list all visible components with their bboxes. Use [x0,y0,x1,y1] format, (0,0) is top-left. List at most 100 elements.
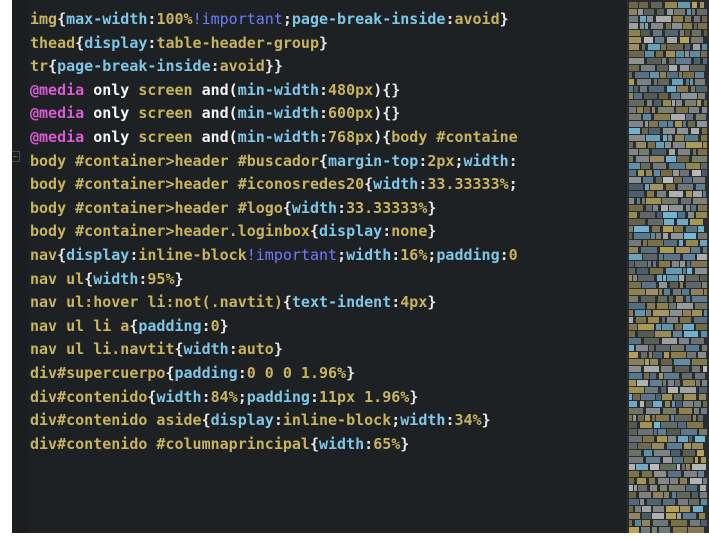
minimap-line [678,149,690,155]
minimap-line [665,2,677,8]
code-line[interactable]: div#contenido aside{display:inline-block… [30,409,625,433]
minimap-line [684,331,698,337]
minimap-line [654,114,670,120]
minimap-line [663,135,667,141]
minimap-line [656,142,664,148]
code-line[interactable]: body #container>header #logo{width:33.33… [30,197,625,221]
minimap-line [703,247,707,253]
minimap-line [647,58,661,64]
minimap-line [697,450,704,456]
code-token: div#supercuerpo [30,363,166,382]
code-token: 0 0 0 1.96% [246,363,347,382]
minimap-line [701,457,706,463]
code-token: : [319,80,329,99]
minimap-line [629,268,635,274]
code-token: ){ [373,127,392,146]
minimap-line [664,373,679,379]
code-token: } [273,340,283,359]
code-line[interactable]: img{max-width:100%!important;page-break-… [30,8,625,32]
minimap-line [694,58,700,64]
minimap-line [662,394,672,400]
minimap-line [694,23,697,29]
minimap-line [683,513,696,519]
code-line[interactable]: @media only screen and(min-width:768px){… [30,126,625,150]
code-line[interactable]: @media only screen and(min-width:480px){… [30,79,625,103]
minimap-line [703,366,707,372]
minimap-line [678,212,685,218]
minimap-line [657,436,667,442]
code-line[interactable]: nav ul li.navtit{width:auto} [30,338,625,362]
minimap-line [669,149,675,155]
minimap-line [686,79,689,85]
code-line[interactable]: body #container>header #iconosredes20{wi… [30,173,625,197]
minimap-line [636,464,648,470]
code-text-area[interactable]: img{max-width:100%!important;page-break-… [30,8,625,456]
code-line[interactable]: nav{display: inline-block!important;width… [30,244,625,268]
code-line[interactable]: nav ul:hover li:not(.navtit){text-indent… [30,291,625,315]
minimap-line [629,9,637,15]
minimap-line [682,289,689,295]
code-line[interactable]: body #container>header #buscador{margin-… [30,150,625,174]
minimap-line [634,233,650,239]
code-line[interactable]: div#contenido{width:84%;padding:11px 1.9… [30,386,625,410]
minimap-line [629,443,637,449]
code-line[interactable]: nav ul{width:95%} [30,268,625,292]
minimap-line [692,170,701,176]
minimap-line [639,492,651,498]
minimap-line [653,520,668,526]
code-line[interactable]: div#contenido #columnaprincipal{width:65… [30,433,625,457]
minimap-line [629,506,633,512]
minimap-line [646,289,658,295]
minimap-line [666,513,676,519]
code-line[interactable]: @media only screen and(min-width:600px){… [30,102,625,126]
minimap-line [650,72,659,78]
code-token: and( [192,127,238,146]
minimap-line [629,422,637,428]
minimap-line [669,205,683,211]
code-token: body #container>header #buscador [30,151,319,170]
minimap-line [657,212,662,218]
minimap-line [629,65,639,71]
minimap[interactable] [627,0,709,533]
minimap-line [700,240,707,246]
minimap-line [673,289,681,295]
minimap-line [687,261,690,267]
minimap-line [629,156,633,162]
minimap-line [649,345,654,351]
minimap-line [661,359,672,365]
minimap-line [685,51,689,57]
minimap-line [629,429,637,435]
minimap-line [692,310,702,316]
code-editor[interactable]: − img{max-width:100%!important;page-brea… [12,0,709,533]
code-token: : [237,363,247,382]
minimap-line [685,30,690,36]
minimap-line [645,23,648,29]
minimap-line [679,408,692,414]
minimap-line [653,506,664,512]
code-line[interactable]: body #container>header.loginbox{display:… [30,220,625,244]
code-token: : [418,151,428,170]
minimap-line [684,471,697,477]
minimap-line [649,352,652,358]
minimap-line [643,254,657,260]
code-line[interactable]: nav ul li a{padding:0} [30,315,625,339]
minimap-line [662,324,673,330]
minimap-line [637,478,646,484]
minimap-line [629,289,645,295]
code-line[interactable]: tr{page-break-inside:avoid}} [30,55,625,79]
code-token: 33.33333% [427,175,509,194]
minimap-line [677,513,681,519]
minimap-line [700,275,707,281]
code-token: ; [282,10,292,28]
fold-toggle-icon[interactable]: − [12,151,20,162]
code-line[interactable]: thead{display:table-header-group} [30,32,625,56]
minimap-line [686,275,699,281]
minimap-line [635,72,649,78]
minimap-line [698,93,705,99]
code-token: : [382,222,392,241]
minimap-line [648,219,663,225]
code-line[interactable]: div#supercuerpo{padding:0 0 0 1.96%} [30,362,625,386]
minimap-line [636,317,646,323]
minimap-line [635,520,641,526]
code-token: ; [237,387,247,406]
